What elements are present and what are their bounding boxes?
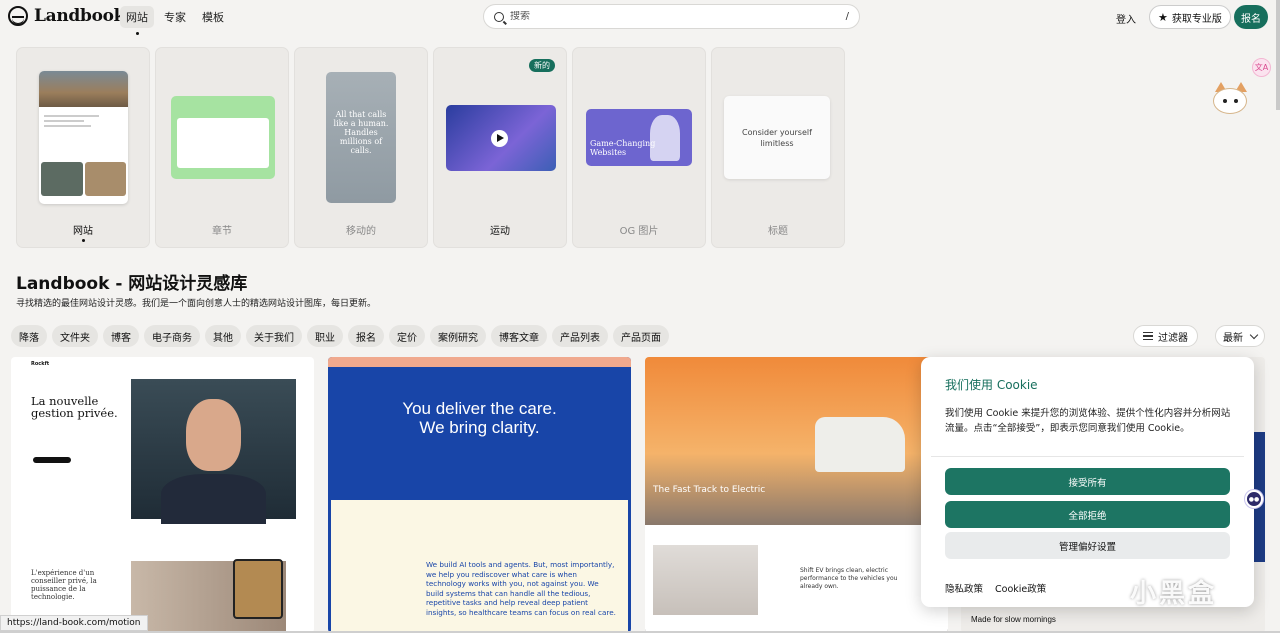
cat-mascot-icon[interactable] <box>1209 82 1251 116</box>
landbook-logo-icon <box>8 6 28 26</box>
get-pro-button[interactable]: ★ 获取专业版 <box>1149 5 1231 29</box>
signup-button[interactable]: 报名 <box>1234 5 1268 29</box>
cookie-dialog: 我们使用 Cookie 我们使用 Cookie 来提升您的浏览体验、提供个性化内… <box>921 357 1254 607</box>
heading-thumbnail: Consider yourself limitless <box>724 96 830 179</box>
mobile-thumbnail: All that calls like a human. Handles mil… <box>326 72 396 203</box>
logo[interactable]: Landbook <box>8 6 125 26</box>
nav-experts[interactable]: 专家 <box>158 6 192 28</box>
search-icon <box>494 11 504 22</box>
card-body: We build AI tools and agents. But, most … <box>426 560 616 617</box>
category-websites[interactable]: 网站 <box>16 47 150 248</box>
search-bar[interactable]: / <box>483 4 860 29</box>
og-thumbnail: Game-Changing Websites <box>586 109 692 166</box>
watermark-logo-icon <box>1094 575 1124 605</box>
search-shortcut: / <box>845 11 849 22</box>
login-link[interactable]: 登入 <box>1116 11 1136 26</box>
filter-chips: 降落 文件夹 博客 电子商务 其他 关于我们 职业 报名 定价 案例研究 博客文… <box>11 325 669 347</box>
star-icon: ★ <box>1158 10 1168 24</box>
chip-case-study[interactable]: 案例研究 <box>430 325 486 347</box>
chip-about[interactable]: 关于我们 <box>246 325 302 347</box>
card-panel: We build AI tools and agents. But, most … <box>331 500 628 633</box>
phone-mockup <box>233 559 283 619</box>
reject-all-button[interactable]: 全部拒绝 <box>945 501 1230 528</box>
card-subheading: L'expérience d'un conseiller privé, la p… <box>31 569 97 601</box>
category-label: 网站 <box>73 226 93 237</box>
chip-blog[interactable]: 博客 <box>103 325 139 347</box>
chip-careers[interactable]: 职业 <box>307 325 343 347</box>
cookie-links: 隐私政策 Cookie政策 <box>945 581 1046 595</box>
cookie-title: 我们使用 Cookie <box>945 378 1038 392</box>
logo-text: Landbook <box>34 6 126 26</box>
chevron-down-icon <box>1249 330 1259 339</box>
section-thumbnail <box>171 96 275 179</box>
category-label: OG 图片 <box>619 226 659 237</box>
motion-thumbnail <box>446 105 556 171</box>
chip-landing[interactable]: 降落 <box>11 325 47 347</box>
category-motion[interactable]: 新的 运动 <box>433 47 567 248</box>
watermark-text: 小黑盒 <box>1130 579 1218 609</box>
van-image <box>815 417 905 472</box>
category-label: 标题 <box>768 226 788 237</box>
portrait-photo <box>131 379 296 524</box>
category-label: 移动的 <box>346 226 376 237</box>
scrollbar[interactable] <box>1276 0 1280 110</box>
play-icon <box>491 130 508 147</box>
gallery-card[interactable]: Rockft La nouvelle gestion privée. L'exp… <box>11 357 314 633</box>
gallery-card[interactable]: The Fast Track to Electric Shift EV brin… <box>645 357 948 633</box>
category-label: 运动 <box>490 226 510 237</box>
new-badge: 新的 <box>529 59 555 72</box>
sort-dropdown[interactable]: 最新 <box>1215 325 1265 347</box>
mobile-thumb-text: All that calls like a human. Handles mil… <box>333 110 389 155</box>
status-url: https://land-book.com/motion <box>0 615 148 631</box>
card-heading: La nouvelle gestion privée. <box>31 394 118 420</box>
chat-badge-icon[interactable]: ●● <box>1245 490 1263 508</box>
chip-blog-post[interactable]: 博客文章 <box>491 325 547 347</box>
chip-portfolio[interactable]: 文件夹 <box>52 325 98 347</box>
nav-websites[interactable]: 网站 <box>120 6 154 35</box>
website-thumbnail <box>39 71 128 204</box>
card-brand: Rockft <box>31 361 50 367</box>
category-cards: 网站 章节 All that calls like a human. Handl… <box>16 47 845 248</box>
filter-button[interactable]: 过滤器 <box>1133 325 1198 347</box>
card-heading: The Fast Track to Electric <box>653 485 766 495</box>
card-body: Shift EV brings clean, electric performa… <box>800 567 898 590</box>
manage-preferences-button[interactable]: 管理偏好设置 <box>945 532 1230 559</box>
page-title: Landbook - 网站设计灵感库 <box>16 274 248 294</box>
chip-other[interactable]: 其他 <box>205 325 241 347</box>
main-nav: 网站 专家 模板 <box>120 6 230 35</box>
category-sections[interactable]: 章节 <box>155 47 289 248</box>
og-thumb-text: Game-Changing Websites <box>590 139 656 157</box>
chip-product-list[interactable]: 产品列表 <box>552 325 608 347</box>
sliders-icon <box>1143 332 1153 340</box>
chip-product-page[interactable]: 产品页面 <box>613 325 669 347</box>
active-dot <box>82 239 85 242</box>
chip-signup[interactable]: 报名 <box>348 325 384 347</box>
category-label: 章节 <box>212 226 232 237</box>
gallery-card[interactable]: You deliver the care. We bring clarity. … <box>328 357 631 633</box>
accept-all-button[interactable]: 接受所有 <box>945 468 1230 495</box>
cookie-policy-link[interactable]: Cookie政策 <box>995 581 1046 595</box>
page-subtitle: 寻找精选的最佳网站设计灵感。我们是一个面向创意人士的精选网站设计图库，每日更新。 <box>16 299 377 309</box>
nav-templates[interactable]: 模板 <box>196 6 230 28</box>
category-mobile[interactable]: All that calls like a human. Handles mil… <box>294 47 428 248</box>
privacy-policy-link[interactable]: 隐私政策 <box>945 581 983 595</box>
cookie-text: 我们使用 Cookie 来提升您的浏览体验、提供个性化内容并分析网站流量。点击“… <box>945 408 1231 434</box>
top-header: Landbook 网站 专家 模板 / 登入 ★ 获取专业版 报名 <box>0 0 1280 35</box>
chip-ecommerce[interactable]: 电子商务 <box>144 325 200 347</box>
category-og-images[interactable]: Game-Changing Websites OG 图片 <box>572 47 706 248</box>
divider <box>931 456 1244 457</box>
filter-label: 过滤器 <box>1158 332 1188 344</box>
get-pro-label: 获取专业版 <box>1171 13 1222 25</box>
card-heading: You deliver the care. We bring clarity. <box>402 399 557 437</box>
card-heading: Made for slow mornings <box>971 615 1056 624</box>
translate-icon[interactable]: 文A <box>1252 58 1271 77</box>
car-photo <box>653 545 758 615</box>
search-input[interactable] <box>510 11 846 22</box>
chip-pricing[interactable]: 定价 <box>389 325 425 347</box>
category-headings[interactable]: Consider yourself limitless 标题 <box>711 47 845 248</box>
sort-label: 最新 <box>1223 332 1243 344</box>
